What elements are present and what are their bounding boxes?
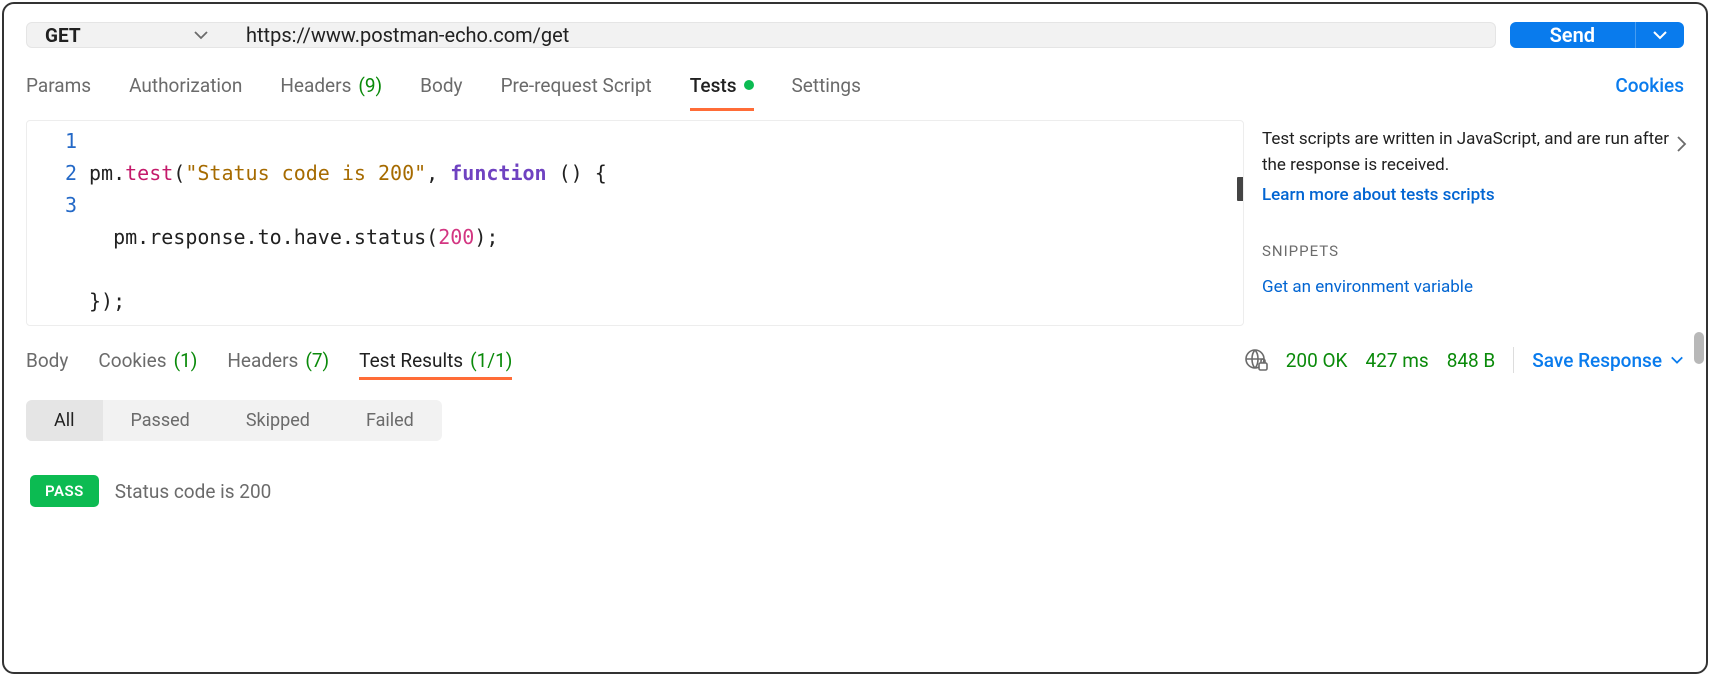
tab-body[interactable]: Body [420, 60, 462, 110]
send-button-group: Send [1510, 22, 1684, 48]
page-scrollbar-thumb[interactable] [1694, 332, 1704, 364]
filter-row: All Passed Skipped Failed [4, 380, 1706, 441]
resp-headers-count: (7) [305, 349, 329, 372]
resp-tab-cookies[interactable]: Cookies (1) [98, 340, 197, 380]
pass-badge: PASS [30, 475, 99, 507]
editor-scrollbar-thumb[interactable] [1237, 177, 1244, 201]
tab-headers[interactable]: Headers (9) [280, 60, 382, 110]
response-time: 427 ms [1365, 349, 1428, 372]
app-frame: GET https://www.postman-echo.com/get Sen… [2, 2, 1708, 674]
send-button[interactable]: Send [1510, 22, 1635, 48]
test-result-name: Status code is 200 [115, 480, 272, 503]
editor-area: 1 2 3 pm.test("Status code is 200", func… [4, 110, 1706, 326]
save-response-button[interactable]: Save Response [1532, 349, 1684, 372]
globe-icon[interactable] [1244, 348, 1268, 372]
chevron-down-icon [1652, 27, 1668, 43]
side-panel: Test scripts are written in JavaScript, … [1262, 120, 1684, 326]
code-editor[interactable]: 1 2 3 pm.test("Status code is 200", func… [26, 120, 1244, 326]
url-input[interactable]: https://www.postman-echo.com/get [226, 22, 1496, 48]
resp-tab-test-results[interactable]: Test Results (1/1) [359, 340, 512, 380]
code-lines: pm.test("Status code is 200", function (… [89, 121, 617, 325]
response-header: Body Cookies (1) Headers (7) Test Result… [4, 326, 1706, 380]
response-size: 848 B [1447, 349, 1496, 372]
url-value: https://www.postman-echo.com/get [246, 23, 569, 47]
tab-tests[interactable]: Tests [690, 60, 754, 110]
chevron-right-icon[interactable] [1674, 134, 1688, 154]
status-code: 200 OK [1286, 349, 1348, 372]
test-result-row: PASS Status code is 200 [4, 441, 1706, 507]
filter-failed[interactable]: Failed [338, 400, 442, 441]
resp-cookies-count: (1) [174, 349, 198, 372]
filter-all[interactable]: All [26, 400, 103, 441]
response-meta: 200 OK 427 ms 848 B Save Response [1244, 347, 1684, 373]
resp-tab-body[interactable]: Body [26, 340, 68, 380]
send-dropdown[interactable] [1635, 22, 1684, 48]
resp-tab-headers[interactable]: Headers (7) [227, 340, 329, 380]
chevron-down-icon [193, 27, 209, 43]
chevron-down-icon [1670, 353, 1684, 367]
learn-more-link[interactable]: Learn more about tests scripts [1262, 182, 1495, 208]
line-gutter: 1 2 3 [27, 121, 89, 325]
tab-prerequest[interactable]: Pre-request Script [501, 60, 652, 110]
method-select[interactable]: GET [26, 22, 228, 48]
filter-pill-group: All Passed Skipped Failed [26, 400, 442, 441]
side-panel-desc: Test scripts are written in JavaScript, … [1262, 126, 1684, 178]
send-label: Send [1550, 23, 1595, 47]
request-tabs: Params Authorization Headers (9) Body Pr… [4, 60, 1706, 110]
tab-settings[interactable]: Settings [792, 60, 861, 110]
request-bar: GET https://www.postman-echo.com/get Sen… [4, 4, 1706, 60]
divider [1513, 347, 1514, 373]
filter-skipped[interactable]: Skipped [218, 400, 338, 441]
snippets-label: SNIPPETS [1262, 238, 1684, 264]
tab-params[interactable]: Params [26, 60, 91, 110]
tab-authorization[interactable]: Authorization [129, 60, 242, 110]
snippet-get-env-var[interactable]: Get an environment variable [1262, 274, 1684, 300]
resp-test-count: (1/1) [470, 349, 512, 372]
method-value: GET [45, 24, 81, 47]
cookies-link[interactable]: Cookies [1615, 74, 1684, 97]
status-dot-icon [744, 80, 754, 90]
filter-passed[interactable]: Passed [103, 400, 218, 441]
headers-count: (9) [358, 74, 382, 97]
